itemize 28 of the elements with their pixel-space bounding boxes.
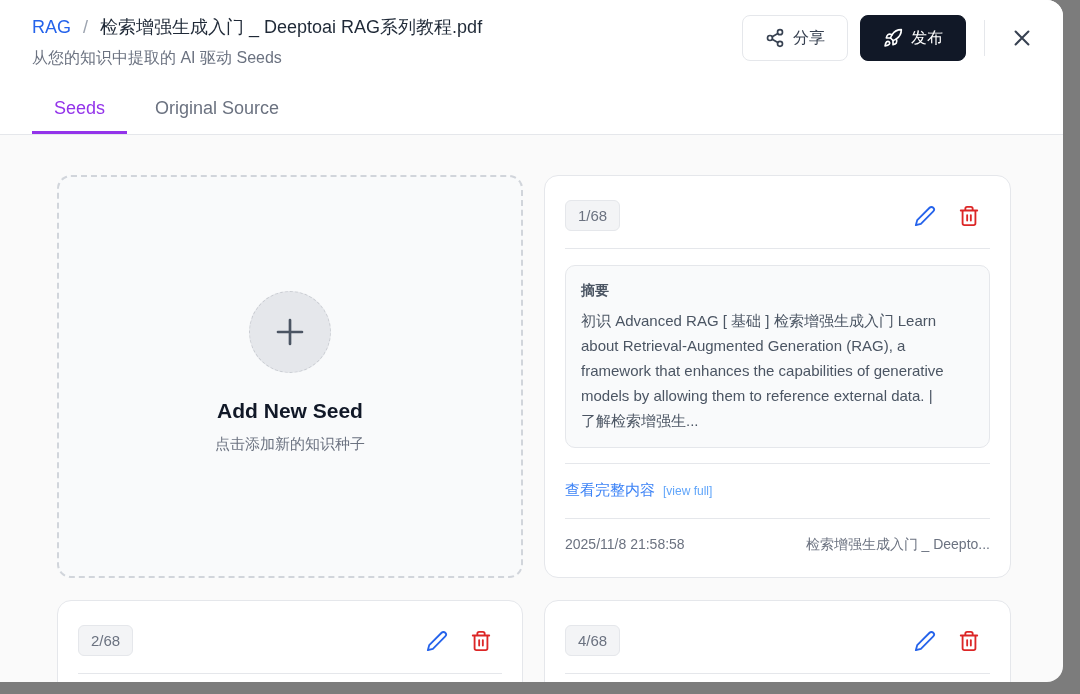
add-seed-title: Add New Seed (217, 399, 363, 423)
subtitle: 从您的知识中提取的 AI 驱动 Seeds (32, 48, 283, 68)
delete-icon[interactable] (470, 629, 492, 652)
file-title: 检索增强生成入门 _ Deeptoai RAG系列教程.pdf (100, 16, 483, 39)
summary-label: 摘要 (581, 282, 610, 300)
delete-icon[interactable] (958, 629, 980, 652)
publish-button[interactable]: 发布 (860, 15, 966, 61)
edit-icon[interactable] (426, 629, 448, 652)
tab[interactable]: Seeds (32, 92, 128, 134)
seed-index-badge: 1/68 (565, 200, 621, 231)
summary-text: 初识 Advanced RAG [ 基础 ] 检索增强生成入门 Learn about Retrieval-Augmented Generation (RAG), a framework that enhances the capabilities of generative models by allowing them to reference external data. | 了解检索增强生... (581, 311, 945, 431)
tab[interactable]: Original Source (153, 92, 280, 134)
view-full-hint: [view full] (663, 484, 713, 498)
edit-icon[interactable] (914, 629, 936, 652)
share-icon (765, 28, 785, 48)
breadcrumb-separator: / (83, 16, 89, 38)
seed-source: 检索增强生成入门 _ Deepto... (805, 536, 990, 554)
seed-index-badge: 2/68 (78, 625, 134, 656)
view-full-link[interactable]: 查看完整内容 (565, 481, 655, 500)
breadcrumb-link[interactable]: RAG (32, 16, 71, 38)
add-seed-hint: 点击添加新的知识种子 (215, 435, 365, 454)
delete-icon[interactable] (958, 204, 980, 227)
seed-date: 2025/11/8 21:58:58 (565, 536, 685, 554)
add-seed-card[interactable]: Add New Seed 点击添加新的知识种子 (57, 175, 523, 578)
seed-index-badge: 4/68 (565, 625, 621, 656)
share-button[interactable]: 分享 (742, 15, 848, 61)
rocket-icon (883, 28, 903, 48)
edit-icon[interactable] (914, 204, 936, 227)
